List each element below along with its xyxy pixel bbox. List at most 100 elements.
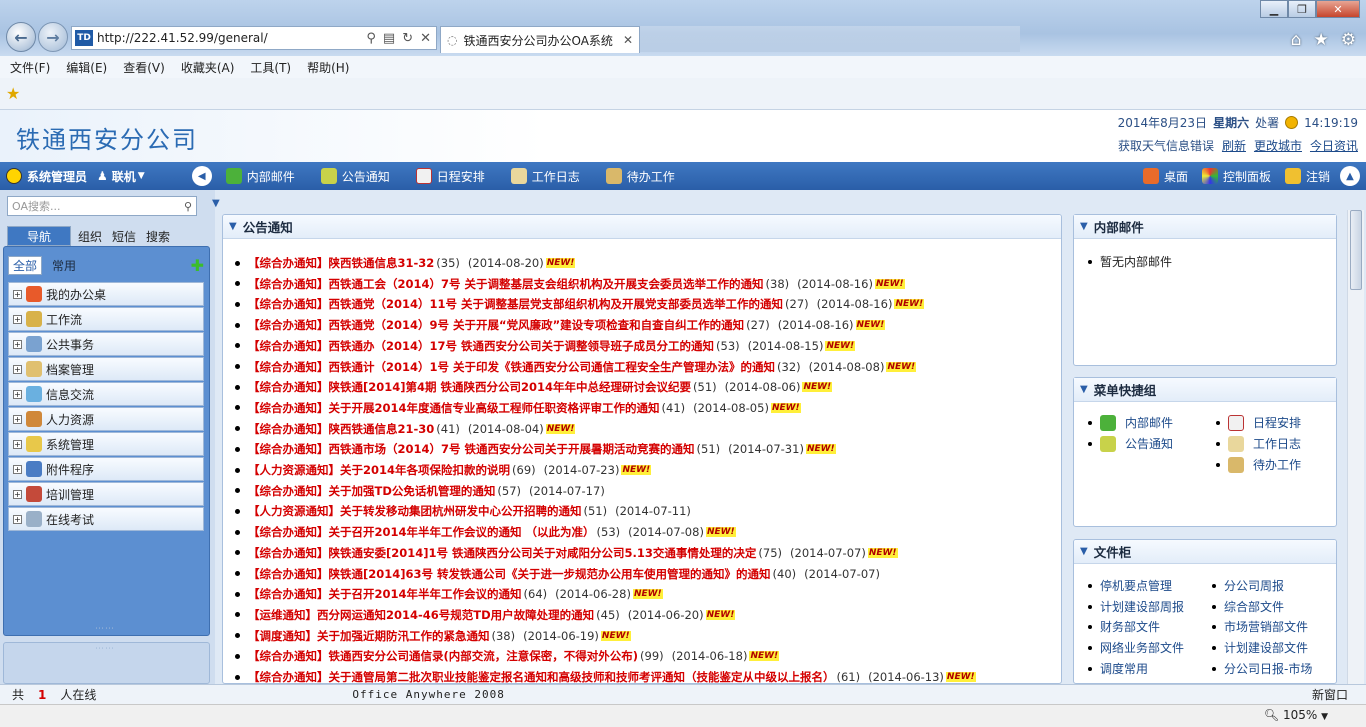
search-icon[interactable]: ⚲ [184,200,192,213]
notice-item[interactable]: 【运维通知】西分网运通知2014-46号规范TD用户故障处理的通知 (45) (20… [235,605,1055,625]
compat-icon[interactable]: ▤ [383,31,395,46]
notice-link[interactable]: 【综合办通知】西铁通党（2014）9号 关于开展“党风廉政”建设专项检查和自查自… [248,317,744,333]
notice-item[interactable]: 【综合办通知】西铁通工会（2014）7号 关于调整基层支会组织机构及开展支会委员… [235,274,1055,294]
maximize-button[interactable]: ❐ [1288,0,1316,18]
file-link[interactable]: 分公司周报 [1212,577,1284,594]
quick-worklog-label[interactable]: 工作日志 [1253,435,1301,452]
notice-link[interactable]: 【综合办通知】西铁通办（2014）17号 铁通西安分公司关于调整领导班子成员分工… [248,338,714,354]
nav-item-workflow[interactable]: + 工作流 [8,307,204,331]
collapse-triangle-icon[interactable]: ▼ [229,221,237,232]
notice-item[interactable]: 【人力资源通知】关于2014年各项保险扣款的说明 (69) (2014-07-23)… [235,460,1055,480]
quick-notice[interactable]: 公告通知 [1088,435,1173,452]
refresh-link[interactable]: 刷新 [1222,137,1246,154]
tab-org[interactable]: 组织 [75,226,105,246]
notice-link[interactable]: 【人力资源通知】关于转发移动集团杭州研发中心公开招聘的通知 [248,503,582,519]
nav-item-training[interactable]: + 培训管理 [8,482,204,506]
page-scrollbar[interactable] [1347,210,1364,684]
tab-close-icon[interactable]: ✕ [623,33,633,47]
toolbar-todo[interactable]: 待办工作 [605,168,675,185]
notice-link[interactable]: 【综合办通知】西铁通工会（2014）7号 关于调整基层支会组织机构及开展支会委员… [248,276,764,292]
toolbar-calendar[interactable]: 日程安排 [415,168,485,185]
quick-todo[interactable]: 待办工作 [1216,456,1301,473]
notice-item[interactable]: 【综合办通知】关于召开2014年半年工作会议的通知 (64) (2014-06-28… [235,584,1055,604]
notice-item[interactable]: 【综合办通知】西铁通党（2014）11号 关于调整基层党支部组织机构及开展党支部… [235,294,1055,314]
notice-link[interactable]: 【综合办通知】铁通西安分公司通信录(内部交流，注意保密，不得对外公布) [248,648,638,664]
notice-item[interactable]: 【综合办通知】关于召开2014年半年工作会议的通知 （以此为准） (53) (201… [235,522,1055,542]
notice-link[interactable]: 【综合办通知】陕西铁通信息21-30 [248,421,434,437]
notice-item[interactable]: 【综合办通知】关于通管局第二批次职业技能鉴定报名通知和高级技师和技师考评通知（技… [235,667,1055,683]
menu-help[interactable]: 帮助(H) [307,59,349,76]
collapse-triangle-icon[interactable]: ▼ [1080,221,1088,232]
tab-nav[interactable]: 导航 [7,226,71,246]
notice-link[interactable]: 【人力资源通知】关于2014年各项保险扣款的说明 [248,462,510,478]
file-link-label[interactable]: 财务部文件 [1100,618,1160,635]
menu-favorites[interactable]: 收藏夹(A) [181,59,235,76]
notice-link[interactable]: 【综合办通知】陕铁通安委[2014]1号 铁通陕西分公司关于对咸阳分公司5.13… [248,545,756,561]
file-link[interactable]: 分公司日报-市场 [1212,660,1312,677]
notice-link[interactable]: 【综合办通知】关于召开2014年半年工作会议的通知 （以此为准） [248,524,595,540]
file-link-label[interactable]: 市场营销部文件 [1224,618,1308,635]
tab-search[interactable]: 搜索 [143,226,173,246]
url-text[interactable]: http://222.41.52.99/general/ [97,31,268,45]
notice-item[interactable]: 【综合办通知】西铁通党（2014）9号 关于开展“党风廉政”建设专项检查和自查自… [235,315,1055,335]
notice-link[interactable]: 【综合办通知】关于召开2014年半年工作会议的通知 [248,586,522,602]
collapse-triangle-icon[interactable]: ▼ [1080,546,1088,557]
online-suffix[interactable]: 人在线 [60,686,96,703]
minimize-button[interactable]: ▁ [1260,0,1288,18]
expand-icon[interactable]: + [13,489,22,499]
nav-item-info-exchange[interactable]: + 信息交流 [8,382,204,406]
collapse-triangle-icon[interactable]: ▼ [1080,384,1088,395]
notice-link[interactable]: 【综合办通知】陕铁通[2014]第4期 铁通陕西分公司2014年年中总经理研讨会… [248,379,691,395]
toolbar-worklog[interactable]: 工作日志 [510,168,580,185]
resize-grip-icon[interactable]: ⋯⋯ [95,644,115,654]
zoom-control[interactable]: 🔍︎ 105% ▼ [1264,708,1328,722]
today-news-link[interactable]: 今日资讯 [1310,137,1358,154]
notice-item[interactable]: 【综合办通知】关于开展2014年度通信专业高级工程师任职资格评审工作的通知 (41… [235,398,1055,418]
expand-icon[interactable]: + [13,389,22,399]
nav-item-archives[interactable]: + 档案管理 [8,357,204,381]
toolbar-mail[interactable]: 内部邮件 [225,168,295,185]
notice-item[interactable]: 【综合办通知】铁通西安分公司通信录(内部交流，注意保密，不得对外公布) (99) (… [235,646,1055,666]
file-link[interactable]: 财务部文件 [1088,618,1160,635]
notice-item[interactable]: 【综合办通知】西铁通办（2014）17号 铁通西安分公司关于调整领导班子成员分工… [235,336,1055,356]
favorites-star-icon[interactable]: ★ [1314,30,1329,50]
notice-link[interactable]: 【综合办通知】陕铁通[2014]63号 转发铁通公司《关于进一步规范办公用车使用… [248,566,771,582]
file-link[interactable]: 市场营销部文件 [1212,618,1308,635]
scrollbar-thumb[interactable] [1350,210,1362,290]
home-icon[interactable]: ⌂ [1291,30,1302,50]
toolbar-logout[interactable]: 注销 [1284,168,1330,185]
change-city-link[interactable]: 更改城市 [1254,137,1302,154]
notice-item[interactable]: 【调度通知】关于加强近期防汛工作的紧急通知 (38) (2014-06-19) NEW… [235,626,1055,646]
expand-icon[interactable]: + [13,289,22,299]
online-status-dropdown[interactable]: ♟ 联机 ▼ [97,168,145,185]
file-link[interactable]: 网络业务部文件 [1088,639,1184,656]
file-link-label[interactable]: 分公司日报-市场 [1224,660,1312,677]
quick-worklog[interactable]: 工作日志 [1216,435,1301,452]
expand-icon[interactable]: + [13,314,22,324]
filter-all[interactable]: 全部 [8,255,43,275]
notice-link[interactable]: 【综合办通知】陕西铁通信息31-32 [248,255,434,271]
address-bar[interactable]: TD http://222.41.52.99/general/ ⚲ ▤ ↻ ✕ [71,26,437,50]
quick-notice-label[interactable]: 公告通知 [1125,435,1173,452]
notice-link[interactable]: 【综合办通知】关于开展2014年度通信专业高级工程师任职资格评审工作的通知 [248,400,660,416]
file-link[interactable]: 调度常用 [1088,660,1148,677]
expand-icon[interactable]: + [13,464,22,474]
add-icon[interactable]: ✚ [191,256,204,275]
notice-link[interactable]: 【调度通知】关于加强近期防汛工作的紧急通知 [248,628,490,644]
tab-sms[interactable]: 短信 [109,226,139,246]
file-link-label[interactable]: 综合部文件 [1224,598,1284,615]
tools-gear-icon[interactable]: ⚙ [1341,30,1356,50]
notice-item[interactable]: 【综合办通知】陕西铁通信息21-30 (41) (2014-08-04) NEW! [235,419,1055,439]
toolbar-control-panel[interactable]: 控制面板 [1201,168,1271,185]
add-favorite-icon[interactable]: ★ [6,84,20,103]
file-link-label[interactable]: 计划建设部周报 [1100,598,1184,615]
menu-file[interactable]: 文件(F) [10,59,50,76]
file-link-label[interactable]: 网络业务部文件 [1100,639,1184,656]
notice-link[interactable]: 【运维通知】西分网运通知2014-46号规范TD用户故障处理的通知 [248,607,594,623]
quick-calendar-label[interactable]: 日程安排 [1253,414,1301,431]
notice-item[interactable]: 【综合办通知】关于加强TD公免话机管理的通知 (57) (2014-07-17) [235,481,1055,501]
collapse-left-icon[interactable]: ◀ [191,166,212,186]
nav-item-system[interactable]: + 系统管理 [8,432,204,456]
search-icon[interactable]: ⚲ [366,31,376,46]
notice-link[interactable]: 【综合办通知】西铁通市场（2014）7号 铁通西安分公司关于开展暑期活动竞赛的通… [248,441,695,457]
